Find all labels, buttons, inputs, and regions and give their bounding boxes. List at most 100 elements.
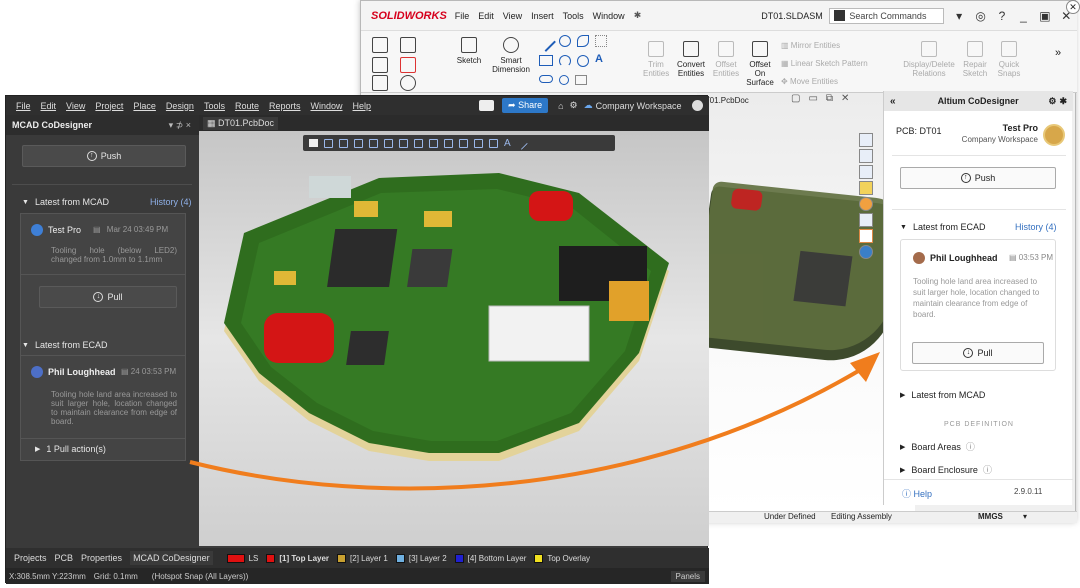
- info-icon[interactable]: ⓘ: [966, 440, 975, 453]
- ad-pull-button[interactable]: ↓ Pull: [39, 286, 177, 308]
- gear-icon[interactable]: [397, 75, 419, 94]
- sketch-tools-group-3[interactable]: [539, 75, 621, 85]
- offset-entities-button[interactable]: Offset Entities: [711, 41, 741, 78]
- sw-latest-mcad-section[interactable]: ▶ Latest from MCAD: [900, 390, 985, 400]
- sw-board-enclosure-section[interactable]: ▶ Board Enclosure ⓘ: [900, 463, 992, 476]
- units-dropdown-icon[interactable]: ▾: [1023, 512, 1027, 521]
- sw-menu-insert[interactable]: Insert: [531, 11, 554, 21]
- sketch-button[interactable]: Sketch: [453, 37, 485, 65]
- ad-history-link[interactable]: History (4): [150, 197, 192, 207]
- folder-icon[interactable]: [859, 165, 873, 179]
- sw-board-areas-section[interactable]: ▶ Board Areas ⓘ: [900, 440, 975, 453]
- globe-icon[interactable]: [859, 245, 873, 259]
- move-entities-button[interactable]: ✥ Move Entities: [781, 77, 838, 86]
- user-icon[interactable]: [691, 100, 703, 111]
- close-icon[interactable]: ✕: [841, 93, 849, 104]
- ad-menu-place[interactable]: Place: [133, 101, 156, 111]
- ad-workspace[interactable]: Company Workspace: [596, 101, 682, 111]
- list-icon[interactable]: [859, 213, 873, 227]
- traffic-light-icon[interactable]: [397, 57, 419, 76]
- sw-menu-view[interactable]: View: [503, 11, 522, 21]
- ad-menu-project[interactable]: Project: [95, 101, 123, 111]
- ad-menu-file[interactable]: File: [16, 101, 31, 111]
- ad-tab-codesigner[interactable]: MCAD CoDesigner: [130, 551, 213, 565]
- parts-icon[interactable]: [859, 149, 873, 163]
- close-icon[interactable]: ✕: [1066, 0, 1080, 14]
- ad-menu-design[interactable]: Design: [166, 101, 194, 111]
- open-icon[interactable]: [369, 75, 391, 94]
- sw-status-units[interactable]: MMGS: [978, 512, 1003, 521]
- layer-2[interactable]: [3] Layer 2: [395, 553, 447, 563]
- info-icon[interactable]: ⓘ: [983, 463, 992, 476]
- help-icon[interactable]: ?: [991, 9, 1012, 23]
- new-icon[interactable]: [369, 57, 391, 76]
- display-delete-relations-button[interactable]: Display/Delete Relations: [901, 41, 957, 78]
- search-dropdown-icon[interactable]: ▾: [948, 9, 969, 23]
- sketch-tools-group-2[interactable]: A: [539, 54, 621, 67]
- sw-push-button[interactable]: ↑ Push: [900, 167, 1056, 189]
- sw-latest-ecad-section[interactable]: ▼ Latest from ECAD: [900, 222, 985, 232]
- ad-menu-edit[interactable]: Edit: [41, 101, 57, 111]
- ad-tab-projects[interactable]: Projects: [14, 553, 47, 563]
- maximize-icon[interactable]: ▣: [1034, 9, 1055, 23]
- ad-menu-help[interactable]: Help: [353, 101, 372, 111]
- pin-icon[interactable]: ✱: [1059, 96, 1067, 107]
- ad-3d-viewport[interactable]: A: [199, 131, 709, 546]
- home-icon[interactable]: [369, 37, 391, 56]
- search-commands-input[interactable]: Search Commands: [829, 7, 945, 24]
- ad-tab-pcb[interactable]: PCB: [55, 553, 74, 563]
- workspace-avatar-icon[interactable]: [1043, 124, 1065, 146]
- ad-doc-tab[interactable]: ▦ DT01.PcbDoc: [203, 116, 279, 130]
- home-icon[interactable]: [859, 133, 873, 147]
- linear-sketch-pattern-button[interactable]: ▦ Linear Sketch Pattern: [781, 59, 868, 68]
- layer-ls[interactable]: LS: [226, 553, 258, 563]
- settings-icon[interactable]: ⚙: [1048, 96, 1056, 107]
- workspace-cloud-icon[interactable]: ☁: [584, 100, 593, 111]
- ad-menu-reports[interactable]: Reports: [269, 101, 301, 111]
- pin-icon[interactable]: ✱: [634, 10, 642, 21]
- gallery-icon[interactable]: [859, 181, 873, 195]
- codesigner-icon[interactable]: [859, 229, 873, 243]
- ad-pull-actions[interactable]: ▶ 1 Pull action(s): [35, 444, 106, 454]
- layer-top[interactable]: [1] Top Layer: [266, 553, 329, 563]
- quick-snaps-button[interactable]: Quick Snaps: [995, 41, 1023, 78]
- sw-menu-edit[interactable]: Edit: [478, 11, 494, 21]
- appearance-icon[interactable]: [859, 197, 873, 211]
- collapse-icon[interactable]: «: [890, 96, 896, 107]
- minimize-icon[interactable]: _: [1013, 9, 1034, 23]
- share-button[interactable]: ➦ Share: [502, 98, 549, 113]
- ad-latest-mcad-section[interactable]: ▼ Latest from MCAD: [22, 197, 109, 207]
- trim-entities-button[interactable]: Trim Entities: [643, 41, 669, 78]
- ad-tab-properties[interactable]: Properties: [81, 553, 122, 563]
- home-icon[interactable]: ⌂: [558, 101, 563, 111]
- comment-icon[interactable]: [479, 100, 495, 111]
- ad-menu-view[interactable]: View: [66, 101, 85, 111]
- layer-bottom[interactable]: [4] Bottom Layer: [454, 553, 526, 563]
- smart-dimension-button[interactable]: Smart Dimension: [489, 37, 533, 74]
- ribbon-more-button[interactable]: »: [1051, 48, 1065, 59]
- restore-icon[interactable]: ▢: [791, 93, 800, 104]
- save-icon[interactable]: [397, 37, 419, 56]
- ad-menu-route[interactable]: Route: [235, 101, 259, 111]
- ad-menu-tools[interactable]: Tools: [204, 101, 225, 111]
- tile-icon[interactable]: ⧉: [826, 93, 833, 104]
- sw-help-link[interactable]: ⓘ Help: [902, 487, 932, 500]
- user-icon[interactable]: ◎: [970, 9, 991, 23]
- sw-menu-window[interactable]: Window: [593, 11, 625, 21]
- mirror-entities-button[interactable]: ▥ Mirror Entities: [781, 41, 840, 50]
- gear-icon[interactable]: ⚙: [570, 100, 578, 111]
- sw-history-link[interactable]: History (4): [1015, 222, 1057, 232]
- ad-menu-window[interactable]: Window: [311, 101, 343, 111]
- sw-menu-tools[interactable]: Tools: [563, 11, 584, 21]
- layer-1[interactable]: [2] Layer 1: [337, 553, 388, 563]
- ad-panels-button[interactable]: Panels: [670, 570, 705, 582]
- offset-on-surface-button[interactable]: Offset On Surface: [745, 41, 775, 87]
- repair-sketch-button[interactable]: Repair Sketch: [961, 41, 989, 78]
- sw-pull-button[interactable]: ↓ Pull: [912, 342, 1044, 364]
- ad-push-button[interactable]: ↑ Push: [22, 145, 186, 167]
- panel-pin-icon[interactable]: ▾ ⊅ ×: [169, 120, 191, 131]
- sketch-tools-group[interactable]: [536, 32, 621, 52]
- ad-latest-ecad-section[interactable]: ▼ Latest from ECAD: [22, 340, 107, 350]
- sw-menu-file[interactable]: File: [455, 11, 470, 21]
- layer-overlay[interactable]: Top Overlay: [534, 553, 590, 563]
